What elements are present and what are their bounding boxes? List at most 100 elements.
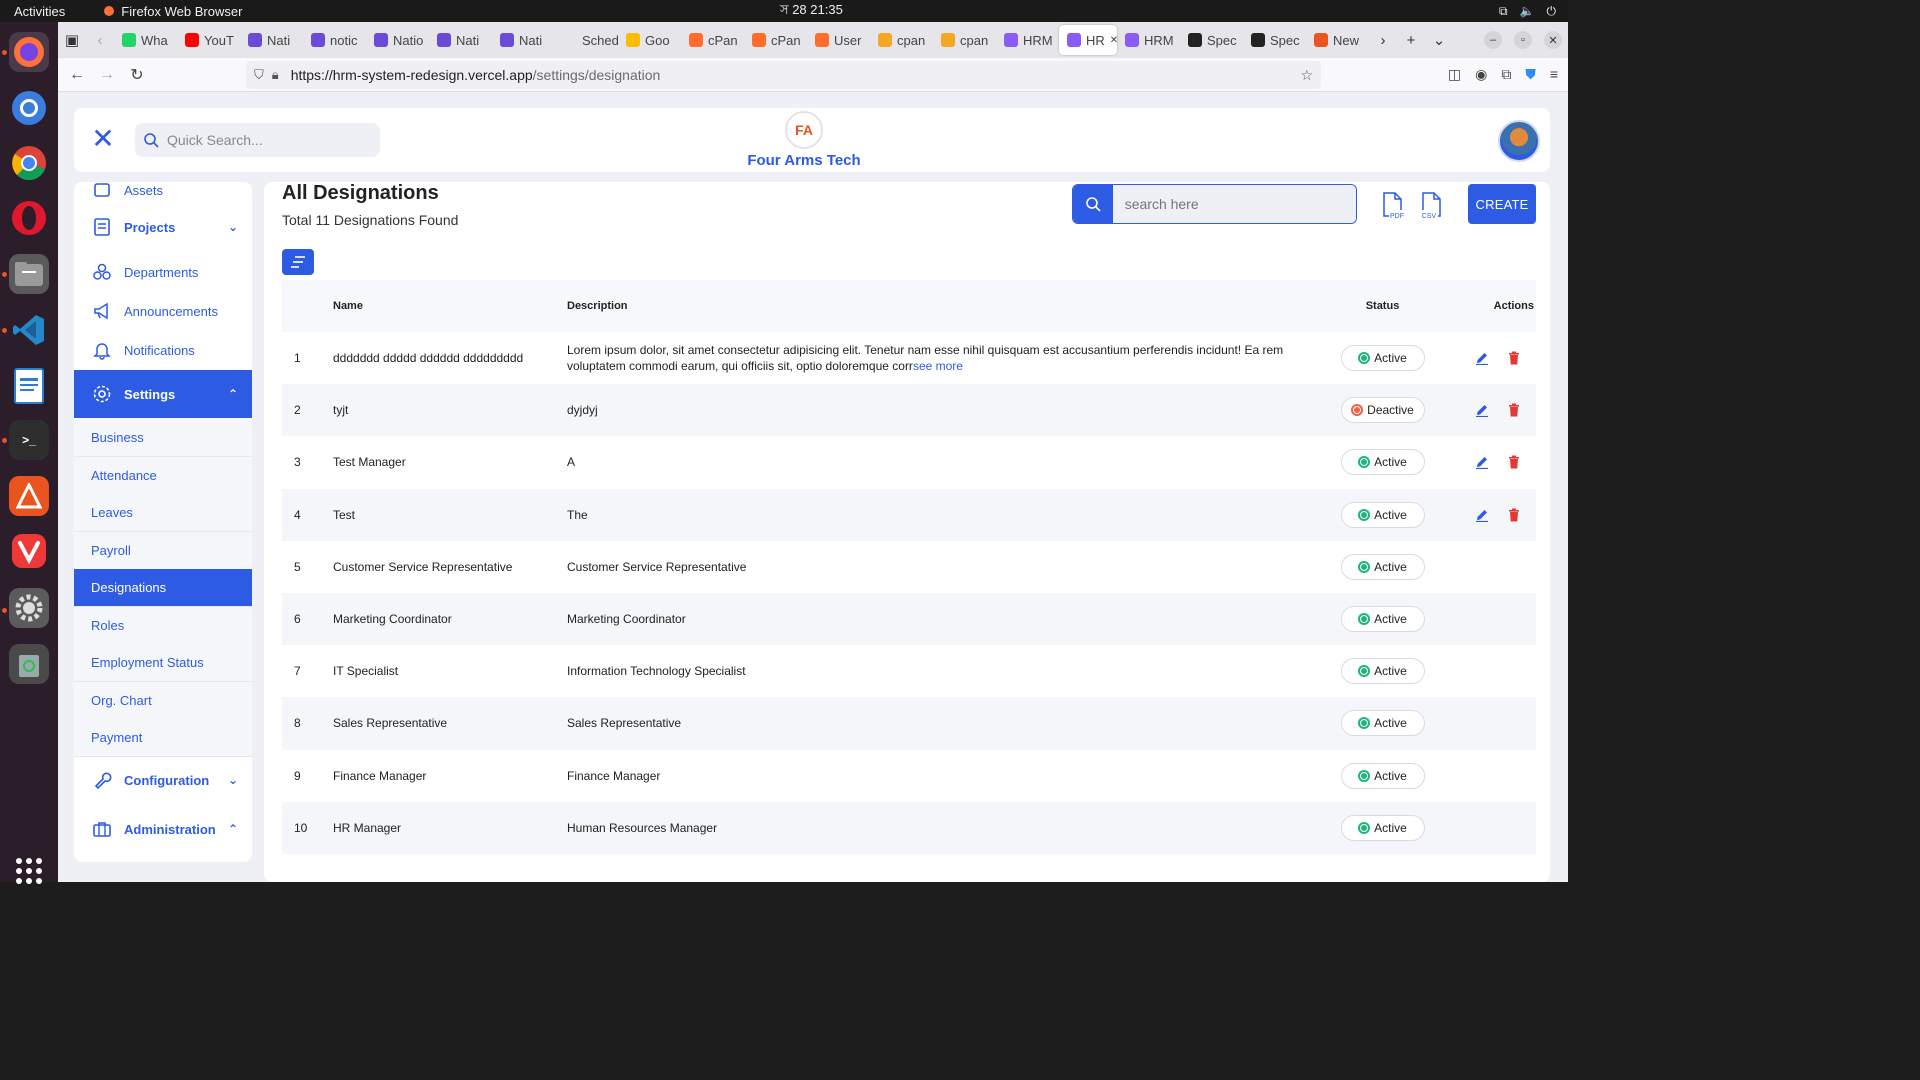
- url-bar[interactable]: ⛉ 🔒︎ https://hrm-system-redesign.vercel.…: [246, 61, 1321, 89]
- browser-tab[interactable]: Nati: [240, 25, 303, 55]
- status-badge[interactable]: Active: [1340, 501, 1425, 528]
- settings-subitem-business[interactable]: Business: [74, 419, 252, 457]
- see-more-link[interactable]: see more: [913, 359, 963, 373]
- sidebar-item-announcements[interactable]: Announcements: [74, 291, 252, 331]
- settings-subitem-attendance[interactable]: Attendance: [74, 456, 252, 495]
- table-row[interactable]: 5 Customer Service Representative Customer…: [282, 540, 1536, 593]
- sidebar-item-administration[interactable]: Administration ⌃: [74, 809, 252, 849]
- export-csv-button[interactable]: CSV: [1419, 192, 1445, 220]
- delete-trash-icon[interactable]: [1507, 508, 1521, 522]
- browser-tab[interactable]: cPan: [744, 25, 807, 55]
- system-tray[interactable]: ⧉ 🔈 ⏻: [1499, 4, 1556, 19]
- vivaldi-dock-icon[interactable]: [9, 531, 49, 571]
- tabs-scroll-left-icon[interactable]: ‹: [86, 32, 114, 49]
- activities-button[interactable]: Activities: [14, 4, 65, 19]
- browser-tab[interactable]: HRM: [1117, 25, 1180, 55]
- app-center-dock-icon[interactable]: [9, 476, 49, 516]
- browser-tab[interactable]: Spec: [1243, 25, 1306, 55]
- status-badge[interactable]: Active: [1340, 814, 1425, 841]
- maximize-icon[interactable]: ▫: [1514, 31, 1532, 49]
- settings-subitem-employment-status[interactable]: Employment Status: [74, 644, 252, 682]
- tracking-shield-icon[interactable]: ⛉: [254, 67, 264, 83]
- trash-dock-icon[interactable]: [9, 644, 49, 684]
- browser-tab[interactable]: Wha: [114, 25, 177, 55]
- browser-tab[interactable]: YouT: [177, 25, 240, 55]
- sidebar-item-assets[interactable]: Assets: [74, 182, 252, 210]
- sidebar-item-projects[interactable]: Projects ⌄: [74, 207, 252, 247]
- quick-search[interactable]: Quick Search...: [135, 123, 380, 157]
- browser-tab[interactable]: HR ✕: [1059, 25, 1117, 55]
- clock[interactable]: স 28 21:35: [780, 1, 843, 22]
- files-dock-icon[interactable]: [9, 254, 49, 294]
- edit-pencil-icon[interactable]: [1475, 403, 1489, 418]
- active-app-label[interactable]: Firefox Web Browser: [103, 4, 242, 19]
- settings-subitem-org-chart[interactable]: Org. Chart: [74, 681, 252, 720]
- col-name-header[interactable]: Name: [333, 300, 567, 312]
- back-icon[interactable]: ←: [62, 66, 92, 84]
- minimize-icon[interactable]: –: [1484, 31, 1502, 49]
- table-row[interactable]: 9 Finance Manager Finance Manager Active: [282, 749, 1536, 802]
- browser-tab[interactable]: Nati: [429, 25, 492, 55]
- browser-tab[interactable]: cPan: [681, 25, 744, 55]
- firefox-dock-icon[interactable]: [9, 32, 49, 72]
- table-row[interactable]: 1 ddddddd ddddd dddddd ddddddddd Lorem ips…: [282, 332, 1536, 385]
- terminal-dock-icon[interactable]: >_: [9, 420, 49, 460]
- brand-logo[interactable]: FA Four Arms Tech: [734, 111, 874, 169]
- settings-dock-icon[interactable]: [9, 588, 49, 628]
- status-badge[interactable]: Active: [1340, 345, 1425, 372]
- status-badge[interactable]: Deactive: [1340, 397, 1425, 424]
- close-window-icon[interactable]: ✕: [1544, 31, 1562, 49]
- table-row[interactable]: 6 Marketing Coordinator Marketing Coordina…: [282, 592, 1536, 646]
- browser-tab[interactable]: Goo: [618, 25, 681, 55]
- close-sidebar-icon[interactable]: ✕: [90, 125, 116, 153]
- edit-pencil-icon[interactable]: [1475, 351, 1489, 366]
- browser-tab[interactable]: cpan: [870, 25, 933, 55]
- browser-tab[interactable]: Natio: [366, 25, 429, 55]
- delete-trash-icon[interactable]: [1507, 403, 1521, 417]
- browser-tab[interactable]: HRM: [996, 25, 1059, 55]
- sidebar-item-configuration[interactable]: Configuration ⌄: [74, 760, 252, 800]
- opera-dock-icon[interactable]: [9, 198, 49, 238]
- export-pdf-button[interactable]: PDF: [1380, 192, 1406, 220]
- close-tab-icon[interactable]: ✕: [1110, 35, 1117, 46]
- delete-trash-icon[interactable]: [1507, 351, 1521, 365]
- search-input[interactable]: [1112, 185, 1356, 223]
- table-row[interactable]: 4 Test The Active: [282, 488, 1536, 541]
- show-apps-button[interactable]: [16, 858, 42, 884]
- sidebar-item-departments[interactable]: Departments: [74, 252, 252, 292]
- reload-icon[interactable]: ↻: [122, 65, 152, 85]
- forward-icon[interactable]: →: [92, 66, 122, 84]
- settings-subitem-designations[interactable]: Designations: [74, 569, 252, 607]
- new-tab-icon[interactable]: +: [1397, 32, 1425, 49]
- create-button[interactable]: CREATE: [1468, 184, 1536, 224]
- pocket-icon[interactable]: ◫: [1448, 66, 1461, 83]
- bitwarden-icon[interactable]: ⛊: [1525, 66, 1536, 83]
- sidebar-item-notifications[interactable]: Notifications: [74, 330, 252, 370]
- chrome-dock-icon[interactable]: [9, 143, 49, 183]
- table-row[interactable]: 10 HR Manager Human Resources Manager Activ…: [282, 801, 1536, 854]
- delete-trash-icon[interactable]: [1507, 455, 1521, 469]
- account-icon[interactable]: ◉: [1475, 66, 1487, 83]
- bookmark-star-icon[interactable]: ☆: [1300, 67, 1313, 84]
- sort-filter-button[interactable]: [282, 249, 314, 275]
- col-status-header[interactable]: Status: [1305, 300, 1460, 312]
- col-description-header[interactable]: Description: [567, 298, 1305, 314]
- user-avatar[interactable]: [1498, 120, 1540, 162]
- settings-subitem-payroll[interactable]: Payroll: [74, 531, 252, 570]
- settings-subitem-roles[interactable]: Roles: [74, 606, 252, 645]
- table-row[interactable]: 8 Sales Representative Sales Representativ…: [282, 697, 1536, 750]
- settings-subitem-payment[interactable]: Payment: [74, 719, 252, 757]
- edit-pencil-icon[interactable]: [1475, 455, 1489, 470]
- list-all-tabs-icon[interactable]: ⌄: [1425, 31, 1453, 49]
- browser-tab[interactable]: notic: [303, 25, 366, 55]
- tab-overview-icon[interactable]: ▣: [58, 31, 86, 49]
- extensions-icon[interactable]: ⧉: [1501, 66, 1511, 83]
- menu-icon[interactable]: ≡: [1550, 66, 1558, 83]
- browser-tab[interactable]: User: [807, 25, 870, 55]
- search-button[interactable]: [1073, 185, 1113, 223]
- table-row[interactable]: 2 tyjt dyjdyj Deactive: [282, 384, 1536, 437]
- settings-subitem-leaves[interactable]: Leaves: [74, 494, 252, 532]
- edit-pencil-icon[interactable]: [1475, 508, 1489, 522]
- browser-tab[interactable]: New: [1306, 25, 1369, 55]
- vscode-dock-icon[interactable]: [9, 310, 49, 350]
